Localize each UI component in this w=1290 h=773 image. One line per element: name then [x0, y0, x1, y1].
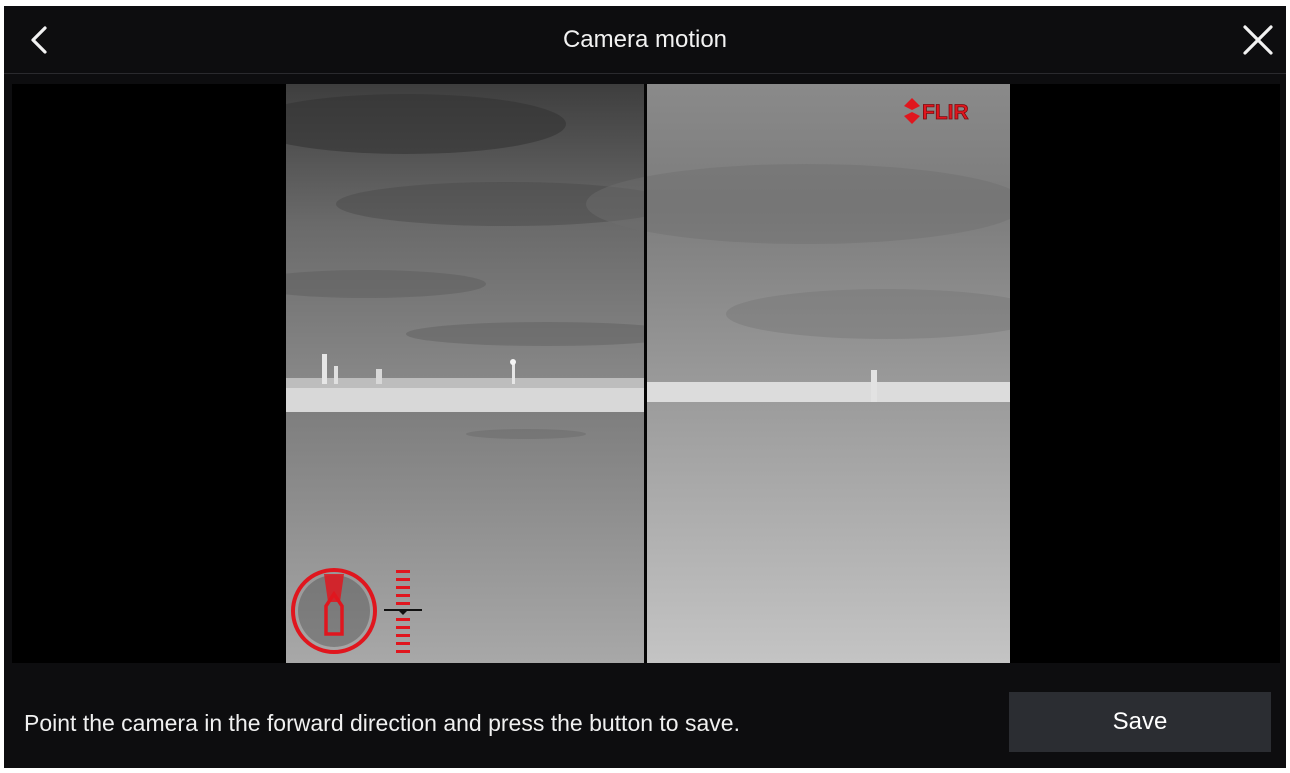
flir-logo-text: FLIR [922, 101, 969, 124]
close-button[interactable] [1240, 22, 1276, 58]
thermal-scene [286, 84, 1010, 663]
close-icon [1243, 25, 1273, 55]
page-title: Camera motion [562, 26, 728, 53]
flir-logo: FLIR [904, 98, 969, 124]
instruction-text: Point the camera in the forward directio… [24, 710, 740, 736]
split-divider [644, 84, 647, 663]
thermal-image: FLIR [286, 84, 1010, 663]
save-button[interactable]: Save [1009, 692, 1271, 752]
camera-motion-screen: Camera motion FLIR Point the camera in t… [4, 6, 1286, 768]
title-bar: Camera motion [4, 6, 1286, 74]
camera-feed[interactable]: FLIR [12, 84, 1280, 663]
